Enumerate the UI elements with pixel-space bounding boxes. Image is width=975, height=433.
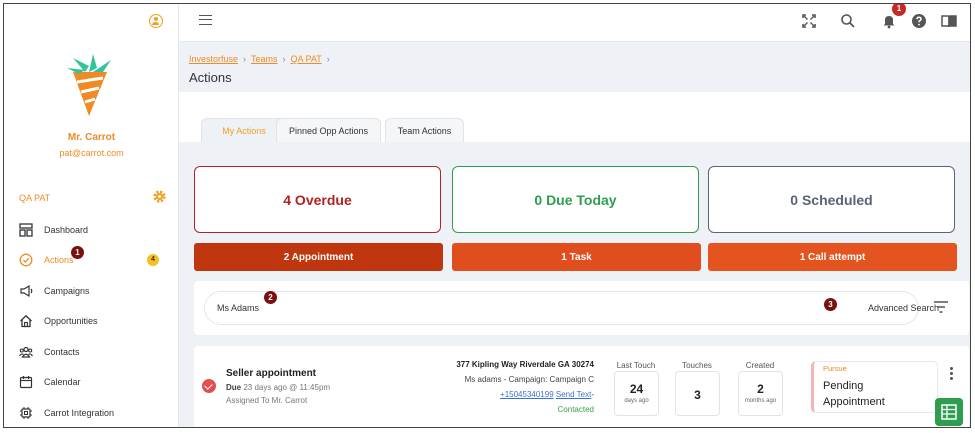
breadcrumb-teams[interactable]: Teams <box>251 54 278 64</box>
sidebar-item-label: Dashboard <box>44 225 89 235</box>
sidebar-item-dashboard[interactable]: Dashboard <box>19 219 174 241</box>
status-text: Pending Appointment <box>823 378 885 410</box>
integration-icon <box>20 407 32 419</box>
call-attempt-filter-button[interactable]: 1 Call attempt <box>708 243 957 271</box>
main-content: Investorfuse › Teams › QA PAT › Actions … <box>179 42 970 427</box>
action-assigned: Assigned To Mr. Carrot <box>226 396 308 405</box>
top-bar: 1 <box>179 4 970 42</box>
property-address[interactable]: 377 Kipling Way Riverdale GA 30274 <box>456 357 594 372</box>
search-icon[interactable] <box>840 13 856 29</box>
advanced-search-link[interactable]: Advanced Search <box>868 291 939 325</box>
phone-link[interactable]: +15045340199 <box>500 390 554 399</box>
megaphone-icon <box>20 284 33 298</box>
created-value: 2 <box>757 382 764 396</box>
breadcrumb-separator: › <box>326 54 330 64</box>
sidebar-item-calendar[interactable]: Calendar <box>19 371 174 393</box>
tab-pinned-opp-actions[interactable]: Pinned Opp Actions <box>276 118 381 143</box>
breadcrumb-team[interactable]: QA PAT <box>291 54 322 64</box>
created-unit: months ago <box>744 398 777 404</box>
send-text-link[interactable]: Send Text <box>556 390 591 399</box>
calendar-icon <box>19 376 33 389</box>
tab-team-actions[interactable]: Team Actions <box>385 118 464 143</box>
breadcrumb: Investorfuse › Teams › QA PAT › <box>189 54 335 64</box>
more-options-icon[interactable] <box>950 367 954 381</box>
sidebar-item-campaigns[interactable]: Campaigns <box>19 280 174 302</box>
action-item[interactable]: Seller appointment Due 23 days ago @ 11:… <box>194 346 969 427</box>
dashboard-icon <box>19 223 33 237</box>
user-name: Mr. Carrot <box>67 132 116 143</box>
sidebar-item-label: Contacts <box>44 347 80 357</box>
status-line-1: Pending <box>823 380 864 392</box>
page-title: Actions <box>189 70 232 85</box>
breadcrumb-separator: › <box>282 54 286 64</box>
notification-badge: 1 <box>892 4 906 16</box>
user-email: pat@carrot.com <box>59 148 124 158</box>
status-line-2: Appointment <box>823 396 885 408</box>
last-touch-unit: days ago <box>624 398 649 404</box>
action-title: Seller appointment <box>226 368 317 379</box>
spreadsheet-icon[interactable] <box>935 398 963 426</box>
sidebar-item-label: Carrot Integration <box>44 408 115 418</box>
user-profile-icon[interactable] <box>149 14 163 28</box>
hamburger-menu-icon[interactable] <box>199 15 212 25</box>
tabs-bar: My Actions Pinned Opp Actions Team Actio… <box>179 92 970 143</box>
sidebar-item-label: Opportunities <box>44 316 98 326</box>
sidebar-item-actions[interactable]: Actions 4 <box>19 249 174 271</box>
search-input[interactable]: Ms Adams <box>204 291 919 325</box>
sidebar-item-opportunities[interactable]: Opportunities <box>19 310 174 332</box>
touches-value: 3 <box>694 388 701 402</box>
property-info: 377 Kipling Way Riverdale GA 30274 Ms ad… <box>456 357 594 417</box>
annotation-marker-1: 1 <box>71 246 84 259</box>
created-box: 2 months ago <box>738 371 783 416</box>
due-label: Due <box>226 383 242 392</box>
annotation-marker-3: 3 <box>824 298 837 311</box>
last-touch-value: 24 <box>629 382 644 396</box>
home-icon <box>20 314 32 328</box>
last-touch-label: Last Touch <box>616 361 656 370</box>
team-name: QA PAT <box>19 193 51 203</box>
status-tag: Pursue <box>823 364 847 373</box>
contacts-icon <box>19 346 33 358</box>
app-window: Mr. Carrot pat@carrot.com QA PAT Dashboa… <box>3 3 971 428</box>
fullscreen-icon[interactable] <box>801 13 817 29</box>
sidebar-item-label: Campaigns <box>44 286 90 296</box>
sidebar-item-label: Actions <box>44 255 74 265</box>
overdue-card[interactable]: 4 Overdue <box>194 166 441 233</box>
page-header: Investorfuse › Teams › QA PAT › Actions <box>179 42 970 92</box>
touches-label: Touches <box>682 361 712 370</box>
sidebar-item-contacts[interactable]: Contacts <box>19 341 174 363</box>
overdue-check-icon[interactable] <box>202 379 216 393</box>
due-today-card[interactable]: 0 Due Today <box>452 166 699 233</box>
scheduled-card[interactable]: 0 Scheduled <box>708 166 955 233</box>
help-icon[interactable] <box>911 13 927 29</box>
action-due: Due 23 days ago @ 11:45pm <box>226 383 330 392</box>
sidebar-item-carrot-integration[interactable]: Carrot Integration <box>19 402 174 424</box>
breadcrumb-investorfuse[interactable]: Investorfuse <box>189 54 238 64</box>
appointment-filter-button[interactable]: 2 Appointment <box>194 243 443 271</box>
actions-count-badge: 4 <box>147 254 159 266</box>
opportunity-status-card[interactable]: Pursue Pending Appointment <box>811 361 938 413</box>
carrot-logo <box>67 54 111 116</box>
search-area: Ms Adams Advanced Search <box>194 281 969 335</box>
touches-box: 3 <box>675 371 720 416</box>
annotation-marker-2: 2 <box>264 291 277 304</box>
task-filter-button[interactable]: 1 Task <box>452 243 701 271</box>
due-time: 23 days ago @ 11:45pm <box>243 383 331 392</box>
check-circle-icon <box>19 253 33 267</box>
filter-icon[interactable] <box>934 301 948 313</box>
actions-panel: 4 Overdue 0 Due Today 0 Scheduled 2 Appo… <box>179 142 970 427</box>
last-touch-box: 24 days ago <box>614 371 659 416</box>
sidebar-item-label: Calendar <box>44 377 81 387</box>
created-label: Created <box>745 361 775 370</box>
bell-icon[interactable] <box>881 13 897 29</box>
contact-campaign: Ms adams - Campaign: Campaign C <box>464 375 594 384</box>
sidebar: Mr. Carrot pat@carrot.com QA PAT Dashboa… <box>4 4 179 427</box>
book-icon[interactable] <box>941 13 957 29</box>
contact-status: Contacted <box>557 405 594 414</box>
gear-icon[interactable] <box>152 189 167 204</box>
breadcrumb-separator: › <box>243 54 247 64</box>
tab-my-actions[interactable]: My Actions <box>201 118 287 143</box>
